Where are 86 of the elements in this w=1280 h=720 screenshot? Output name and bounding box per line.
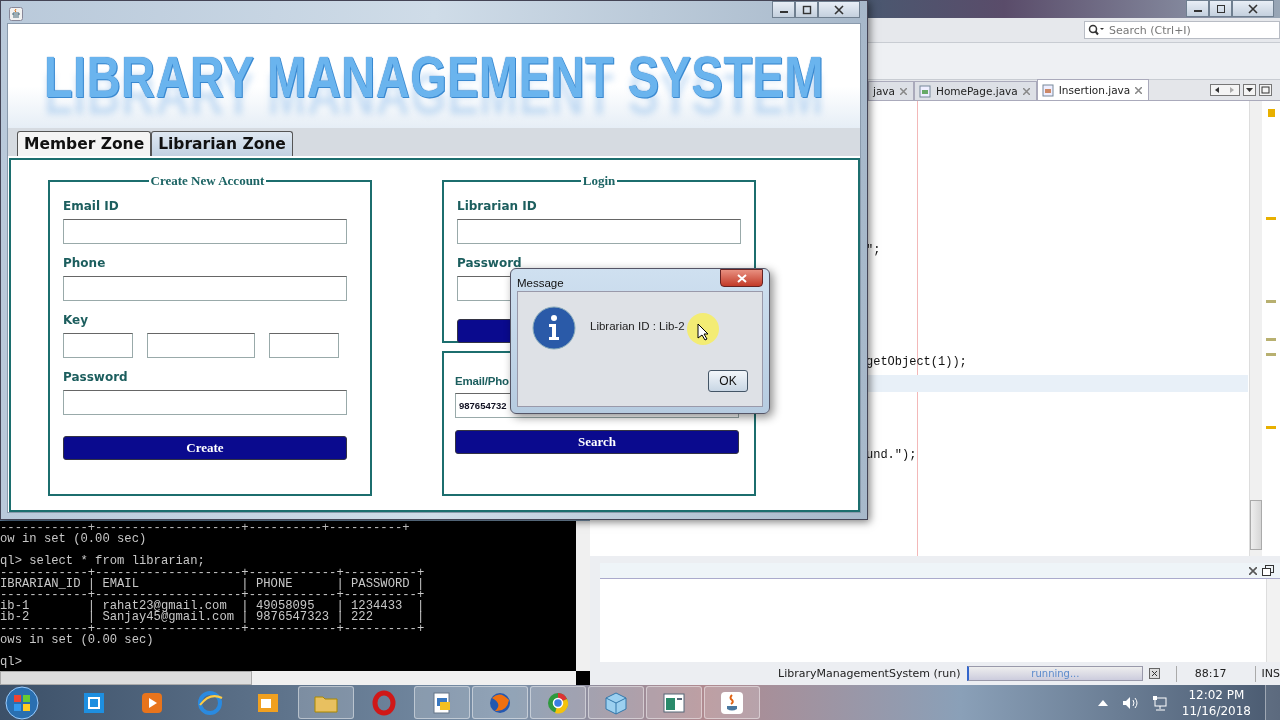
minimize-button[interactable]: [1186, 0, 1209, 17]
insert-mode: INS: [1261, 667, 1280, 680]
input-field[interactable]: [269, 333, 339, 358]
document-icon: [1041, 83, 1054, 97]
editor-tab[interactable]: HomePage.java: [914, 81, 1037, 100]
dialog-message: Librarian ID : Lib-2: [590, 320, 685, 332]
taskbar-button[interactable]: [472, 686, 528, 719]
clock-time: 12:02 PM: [1188, 686, 1245, 703]
maximize-icon: [1215, 3, 1226, 14]
field-label: Password: [63, 370, 128, 384]
panel-title: Login: [581, 173, 617, 189]
close-icon: [834, 4, 844, 15]
tab-scroll-icon[interactable]: [1210, 84, 1240, 96]
cup-icon: [9, 7, 23, 21]
restore-icon[interactable]: [1262, 565, 1274, 576]
maximize-button[interactable]: [1209, 0, 1232, 17]
maximize-button[interactable]: [795, 1, 818, 18]
banner-title: LIBRARY MANAGEMENT SYSTEM: [43, 42, 825, 110]
input-field[interactable]: [63, 219, 347, 244]
zone-tab[interactable]: Librarian Zone: [151, 131, 293, 156]
taskbar-button[interactable]: [646, 686, 702, 719]
network-icon[interactable]: [1151, 694, 1168, 711]
input-field[interactable]: [457, 219, 741, 244]
console-line: ------------+--------------------+------------+----------+: [0, 567, 426, 579]
scrollbar[interactable]: [1249, 101, 1262, 556]
close-button[interactable]: [1232, 0, 1274, 17]
ok-button[interactable]: OK: [708, 370, 748, 392]
create-button[interactable]: Create: [63, 436, 347, 460]
search-field[interactable]: Search (Ctrl+I): [1084, 21, 1280, 39]
globe-icon: [197, 689, 223, 716]
dropdown-icon[interactable]: [1243, 84, 1256, 96]
console-line: ow in set (0.00 sec): [0, 534, 148, 546]
caret-icon[interactable]: [1097, 699, 1108, 706]
zone-tab[interactable]: Member Zone: [17, 131, 152, 156]
close-button[interactable]: [720, 269, 763, 287]
field-label: Key: [63, 313, 89, 327]
search-button[interactable]: Search: [455, 430, 739, 454]
start-button[interactable]: [4, 684, 40, 720]
code-line: getObject(1));: [866, 353, 968, 371]
close-icon[interactable]: [1249, 566, 1257, 575]
progress-text: running...: [1030, 667, 1081, 680]
taskbar-button[interactable]: [704, 686, 760, 719]
cursor-drawing: [685, 312, 720, 346]
speaker-icon[interactable]: [1121, 695, 1138, 710]
field-label: Phone: [63, 256, 106, 270]
scrollbar[interactable]: [1266, 579, 1280, 662]
scrollbar[interactable]: [0, 671, 576, 685]
close-icon[interactable]: [1135, 86, 1143, 94]
scrollbar[interactable]: [576, 521, 590, 671]
ring-icon: [371, 689, 397, 716]
close-icon: [1248, 3, 1258, 14]
console-line: ql> select * from librarian;: [0, 556, 205, 568]
close-icon: [736, 273, 747, 283]
caret-position: 88:17: [1193, 667, 1228, 680]
maximize-icon[interactable]: [1259, 84, 1272, 96]
input-field[interactable]: [63, 390, 347, 415]
input-field[interactable]: [63, 276, 347, 301]
cup-icon: [719, 689, 745, 716]
field-label: Email/Pho: [455, 375, 509, 387]
maximize-icon: [801, 4, 812, 15]
minimize-icon: [1193, 10, 1202, 12]
field-label: Email ID: [63, 199, 119, 213]
document-icon: [919, 84, 931, 98]
minimize-button[interactable]: [772, 1, 795, 18]
info-icon: [532, 306, 576, 350]
editor-tab[interactable]: Insertion.java: [1036, 79, 1150, 100]
dialog-title: Message: [517, 277, 564, 289]
field-label: Librarian ID: [457, 199, 537, 213]
editor-tab[interactable]: java: [868, 81, 914, 100]
code-line: ";: [866, 241, 882, 259]
input-field[interactable]: [63, 333, 133, 358]
status-text: LibraryManagementSystem (run): [778, 667, 961, 680]
console-line: ows in set (0.00 sec): [0, 634, 155, 646]
console-line: ------------+--------------------+------------+----------+: [0, 623, 426, 635]
console-line: ql>: [0, 656, 23, 669]
field-label: Password: [457, 256, 522, 270]
search-icon[interactable]: [1088, 24, 1104, 36]
close-button[interactable]: [818, 1, 860, 18]
input-field[interactable]: [147, 333, 255, 358]
console-line: IBRARIAN_ID | EMAIL | PHONE | PASSWORD |: [0, 578, 426, 590]
clock-date: 11/16/2018: [1181, 702, 1251, 719]
cancel-icon[interactable]: [1149, 668, 1160, 679]
taskbar-button[interactable]: [414, 686, 470, 719]
minimize-icon: [779, 11, 788, 13]
console-line: ib-2 | Sanjay45@gmail.com | 9876547323 | 222 |: [0, 612, 426, 624]
panel-title: Create New Account: [149, 173, 266, 189]
